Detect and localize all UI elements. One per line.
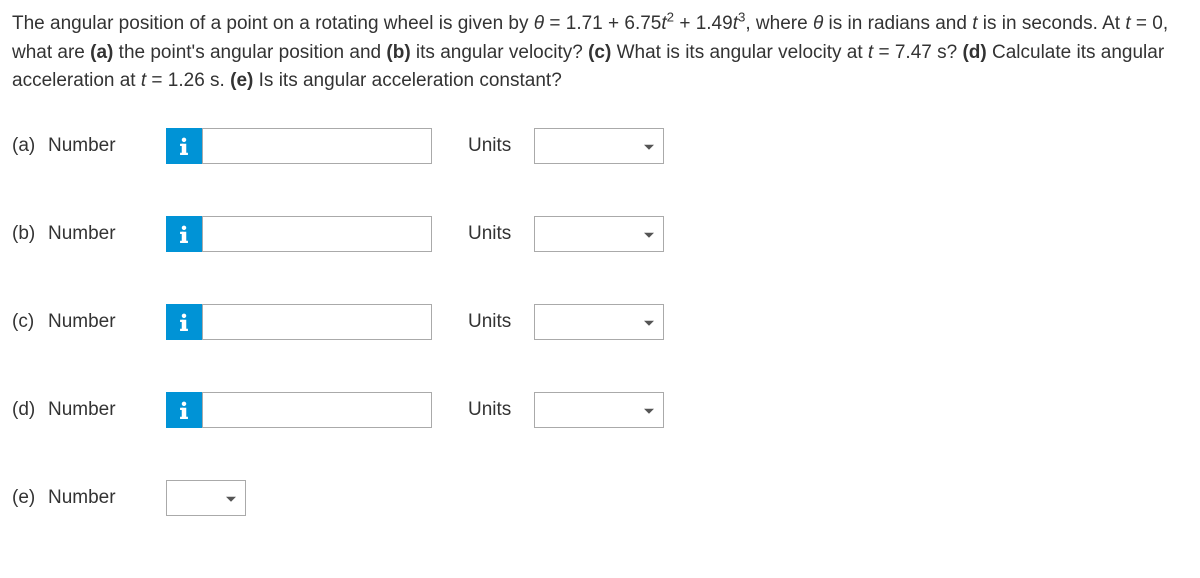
eq-part: = 1.26 s. (146, 70, 230, 91)
part-b-label: (b) (386, 42, 410, 63)
units-label: Units (468, 223, 534, 245)
units-select-b[interactable] (534, 216, 664, 252)
units-select-c[interactable] (534, 304, 664, 340)
number-label: Number (48, 487, 148, 509)
units-select-d[interactable] (534, 392, 664, 428)
part-label: (c) (12, 311, 48, 333)
answer-row-d: (d) Number Units (12, 392, 1188, 428)
units-select-wrap (534, 216, 664, 252)
answer-row-a: (a) Number Units (12, 128, 1188, 164)
number-label: Number (48, 311, 166, 333)
part-a-label: (a) (90, 42, 113, 63)
eq-part: = 1.71 + 6.75 (544, 13, 661, 34)
eq-part: its angular velocity? (411, 42, 588, 63)
number-input-c[interactable] (202, 304, 432, 340)
number-label: Number (48, 223, 166, 245)
info-icon[interactable] (166, 216, 202, 252)
part-e-label: (e) (230, 70, 253, 91)
part-d-label: (d) (962, 42, 986, 63)
answer-select-wrap (166, 480, 246, 516)
units-label: Units (468, 311, 534, 333)
info-icon[interactable] (166, 128, 202, 164)
answer-row-e: (e) Number (12, 480, 1188, 516)
part-label: (e) (12, 487, 48, 509)
eq-part: + 1.49 (674, 13, 733, 34)
units-select-wrap (534, 304, 664, 340)
answer-row-c: (c) Number Units (12, 304, 1188, 340)
units-label: Units (468, 135, 534, 157)
number-label: Number (48, 135, 166, 157)
info-glyph (177, 137, 191, 155)
answer-select-e[interactable] (166, 480, 246, 516)
number-input-d[interactable] (202, 392, 432, 428)
number-input-b[interactable] (202, 216, 432, 252)
eq-part: is in radians and (823, 13, 972, 34)
info-icon[interactable] (166, 392, 202, 428)
exponent: 2 (667, 10, 674, 25)
theta-symbol: θ (813, 13, 823, 34)
question-prefix: The angular position of a point on a rot… (12, 13, 534, 34)
eq-part: What is its angular velocity at (611, 42, 868, 63)
eq-part: , where (745, 13, 813, 34)
theta-symbol: θ (534, 13, 544, 34)
units-label: Units (468, 399, 534, 421)
eq-part: = 7.47 s? (873, 42, 962, 63)
part-label: (a) (12, 135, 48, 157)
eq-part: the point's angular position and (113, 42, 386, 63)
part-label: (d) (12, 399, 48, 421)
answer-row-b: (b) Number Units (12, 216, 1188, 252)
eq-part: Is its angular acceleration constant? (253, 70, 561, 91)
units-select-a[interactable] (534, 128, 664, 164)
part-c-label: (c) (588, 42, 611, 63)
units-select-wrap (534, 128, 664, 164)
info-icon[interactable] (166, 304, 202, 340)
info-glyph (177, 225, 191, 243)
part-label: (b) (12, 223, 48, 245)
question-text: The angular position of a point on a rot… (12, 10, 1188, 96)
number-input-a[interactable] (202, 128, 432, 164)
number-label: Number (48, 399, 166, 421)
eq-part: is in seconds. At (977, 13, 1125, 34)
info-glyph (177, 401, 191, 419)
info-glyph (177, 313, 191, 331)
units-select-wrap (534, 392, 664, 428)
